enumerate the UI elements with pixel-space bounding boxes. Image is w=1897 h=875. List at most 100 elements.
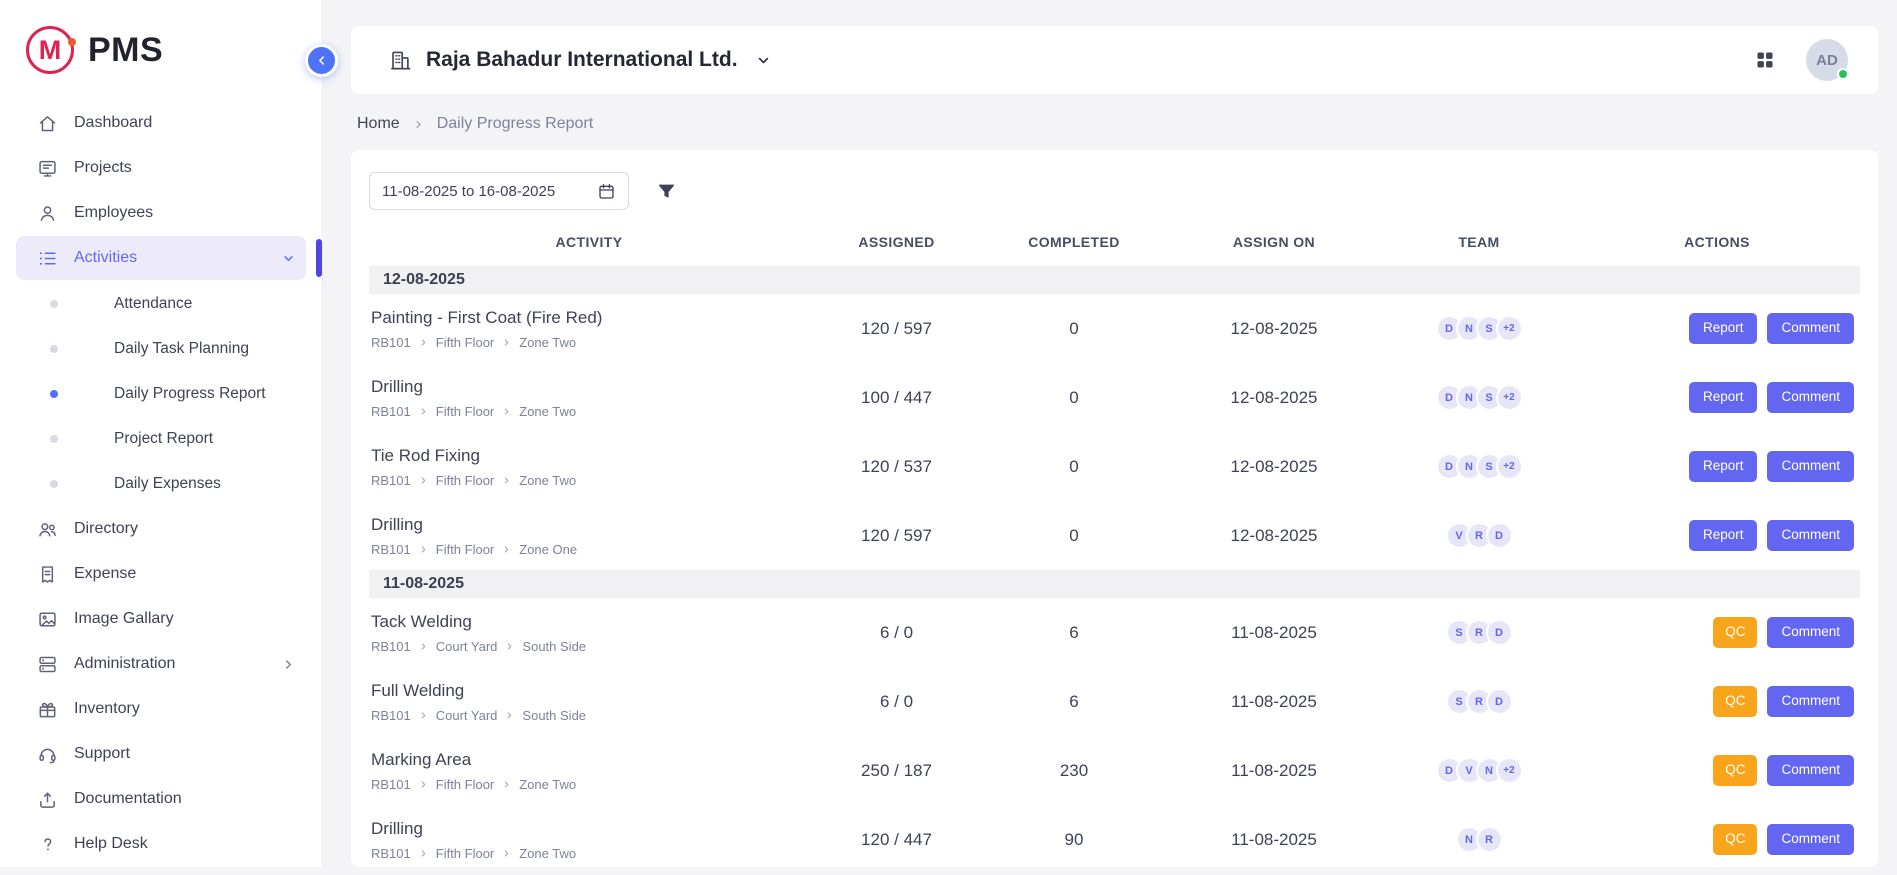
path-segment: Fifth Floor [436,777,495,792]
sidebar-item-projects[interactable]: Projects [16,146,306,190]
completed-value: 0 [984,388,1164,408]
sidebar-item-label: Expense [74,565,136,583]
comment-button[interactable]: Comment [1767,520,1854,550]
app-root: M PMS DashboardProjectsEmployeesActiviti… [0,0,1897,867]
assign-on-date: 11-08-2025 [1164,692,1384,712]
assign-on-date: 12-08-2025 [1164,526,1384,546]
activity-row: DrillingRB101Fifth FloorZone Two120 / 44… [369,805,1860,867]
sidebar-item-expense[interactable]: Expense [16,552,306,596]
sidebar-subitem-daily-expenses[interactable]: Daily Expenses [16,461,306,506]
activity-row: Painting - First Coat (Fire Red) RB101 Fif… [369,294,1860,363]
column-header-activity: ACTIVITY [369,234,809,250]
path-segment: RB101 [371,335,411,350]
path-segment: RB101 [371,404,411,419]
sidebar-item-label: Employees [74,204,153,222]
report-card: 11-08-2025 to 16-08-2025 ACTIVITYASSIGNE… [351,150,1878,867]
activity-name: Painting - First Coat (Fire Red) [371,308,809,328]
sidebar-item-inventory[interactable]: Inventory [16,687,306,731]
date-group-row: 12-08-2025 [369,266,1860,294]
activity-name: Drilling [371,819,809,839]
topbar-right: AD [1754,39,1848,81]
activity-name: Full Welding [371,681,809,701]
chevron-right-icon [418,641,429,652]
bullet-dot [50,300,58,308]
qc-button[interactable]: QC [1713,617,1757,647]
chevron-right-icon [504,641,515,652]
bullet-dot [50,480,58,488]
sidebar-item-activities[interactable]: Activities [16,236,306,280]
chevron-right-icon [501,406,512,417]
path-segment: Zone One [519,542,577,557]
pms-logo-icon: M [26,26,74,74]
sidebar-collapse-button[interactable] [305,44,338,77]
sidebar-subitem-daily-progress-report[interactable]: Daily Progress Report [16,371,306,416]
company-selector[interactable]: Raja Bahadur International Ltd. [389,48,772,72]
avatar-initials: AD [1816,52,1838,69]
comment-button[interactable]: Comment [1767,313,1854,343]
comment-button[interactable]: Comment [1767,686,1854,716]
sidebar-subitem-daily-task-planning[interactable]: Daily Task Planning [16,326,306,371]
team-avatars: DNS+2 [1384,453,1574,480]
activity-name: Drilling [371,515,809,535]
report-button[interactable]: Report [1689,451,1758,481]
qc-button[interactable]: QC [1713,824,1757,854]
sidebar-item-dashboard[interactable]: Dashboard [16,101,306,145]
breadcrumb-home[interactable]: Home [357,115,400,133]
chevron-down-icon [281,251,296,266]
assigned-value: 100 / 447 [809,388,984,408]
path-segment: Fifth Floor [436,335,495,350]
team-avatars: NR [1384,826,1574,853]
qc-button[interactable]: QC [1713,755,1757,785]
comment-button[interactable]: Comment [1767,755,1854,785]
sidebar-item-documentation[interactable]: Documentation [16,777,306,821]
row-actions: QC Comment [1574,617,1860,647]
chevron-right-icon [501,337,512,348]
date-range-input[interactable]: 11-08-2025 to 16-08-2025 [369,172,629,210]
comment-button[interactable]: Comment [1767,617,1854,647]
sidebar-item-label: Documentation [74,790,182,808]
sidebar-item-label: Dashboard [74,114,152,132]
path-segment: Court Yard [436,708,498,723]
apps-grid-icon [1754,49,1776,71]
qc-button[interactable]: QC [1713,686,1757,716]
filter-button[interactable] [656,181,677,202]
help-icon [36,833,58,855]
chevron-right-icon [501,848,512,859]
comment-button[interactable]: Comment [1767,382,1854,412]
chevron-right-icon [418,710,429,721]
activity-location-path: RB101Court YardSouth Side [371,708,809,723]
sidebar-item-label: Image Gallary [74,610,174,628]
sidebar-item-employees[interactable]: Employees [16,191,306,235]
sidebar-item-directory[interactable]: Directory [16,507,306,551]
activity-name: Drilling [371,377,809,397]
bullet-dot [50,345,58,353]
path-segment: South Side [522,639,586,654]
report-button[interactable]: Report [1689,382,1758,412]
report-button[interactable]: Report [1689,520,1758,550]
report-button[interactable]: Report [1689,313,1758,343]
completed-value: 90 [984,830,1164,850]
completed-value: 0 [984,319,1164,339]
comment-button[interactable]: Comment [1767,824,1854,854]
column-header-assigned: ASSIGNED [809,234,984,250]
row-actions: QC Comment [1574,686,1860,716]
apps-grid-button[interactable] [1754,49,1776,71]
sidebar-item-administration[interactable]: Administration [16,642,306,686]
path-segment: Fifth Floor [436,404,495,419]
activity-row: DrillingRB101Fifth FloorZone One120 / 59… [369,501,1860,570]
chevron-right-icon [501,475,512,486]
path-segment: Zone Two [519,846,576,861]
user-avatar[interactable]: AD [1806,39,1848,81]
sidebar-subitem-project-report[interactable]: Project Report [16,416,306,461]
activity-location-path: RB101Court YardSouth Side [371,639,809,654]
assigned-value: 120 / 537 [809,457,984,477]
sidebar-item-help-desk[interactable]: Help Desk [16,822,306,866]
activity-name: Tie Rod Fixing [371,446,809,466]
activity-name: Marking Area [371,750,809,770]
path-segment: RB101 [371,639,411,654]
group-date: 11-08-2025 [383,575,464,592]
sidebar-subitem-attendance[interactable]: Attendance [16,281,306,326]
comment-button[interactable]: Comment [1767,451,1854,481]
sidebar-item-image-gallary[interactable]: Image Gallary [16,597,306,641]
sidebar-item-support[interactable]: Support [16,732,306,776]
